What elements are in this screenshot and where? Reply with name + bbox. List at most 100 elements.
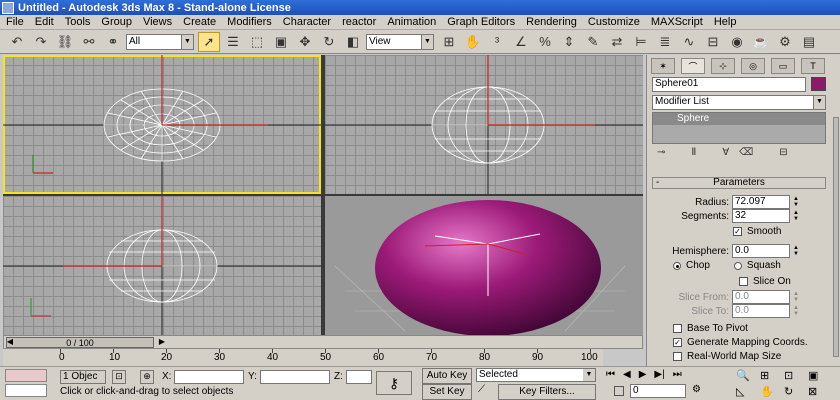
menu-maxscript[interactable]: MAXScript	[651, 16, 703, 28]
key-mode-toggle-icon[interactable]	[614, 386, 624, 396]
redo-icon[interactable]: ↷	[30, 32, 52, 52]
radius-input[interactable]: 72.097	[732, 195, 790, 209]
zoom-extents-icon[interactable]: ⊡	[784, 369, 806, 383]
render-type-icon[interactable]: ▤	[798, 32, 820, 52]
menu-customize[interactable]: Customize	[588, 16, 640, 28]
object-name-field[interactable]: Sphere01	[652, 77, 806, 92]
pivot-center-icon[interactable]: ⊞	[438, 32, 460, 52]
slice-from-spinner-icon[interactable]: ▲ ▼	[792, 291, 800, 303]
gen-mapping-checkbox[interactable]: ✓	[673, 338, 682, 347]
segments-spinner-icon[interactable]: ▲ ▼	[792, 210, 800, 222]
motion-tab-icon[interactable]: ◎	[741, 58, 765, 74]
maximize-viewport-icon[interactable]: ⊠	[808, 385, 830, 399]
real-world-checkbox[interactable]	[673, 352, 682, 361]
zoom-icon[interactable]: 🔍	[736, 369, 758, 383]
key-filters-button[interactable]: Key Filters...	[498, 384, 596, 400]
select-rotate-icon[interactable]: ↻	[318, 32, 340, 52]
zoom-all-icon[interactable]: ⊞	[760, 369, 782, 383]
arc-rotate-icon[interactable]: ↻	[784, 385, 806, 399]
slice-to-spinner-icon[interactable]: ▲ ▼	[792, 305, 800, 317]
named-selection-icon[interactable]: ✎	[582, 32, 604, 52]
configure-sets-icon[interactable]: ⊟	[779, 147, 787, 161]
material-editor-icon[interactable]: ◉	[726, 32, 748, 52]
menu-reactor[interactable]: reactor	[342, 16, 376, 28]
select-object-icon[interactable]: ➚	[198, 31, 220, 52]
viewport-top[interactable]	[3, 55, 321, 194]
auto-key-button[interactable]: Auto Key	[422, 368, 472, 384]
utilities-tab-icon[interactable]: T	[801, 58, 825, 74]
modifier-list-dropdown[interactable]: Modifier List ▼	[652, 95, 826, 110]
menu-character[interactable]: Character	[283, 16, 331, 28]
menu-views[interactable]: Views	[143, 16, 172, 28]
curve-editor-icon[interactable]: ∿	[678, 32, 700, 52]
play-icon[interactable]: ▶	[639, 369, 647, 383]
command-panel-scrollbar[interactable]	[833, 117, 839, 357]
rect-selection-icon[interactable]: ⬚	[246, 32, 268, 52]
undo-icon[interactable]: ↶	[6, 32, 28, 52]
object-color-swatch[interactable]	[811, 77, 826, 91]
pan-icon[interactable]: ✋	[760, 385, 782, 399]
y-coord-input[interactable]	[260, 370, 330, 384]
create-tab-icon[interactable]: ✶	[651, 58, 675, 74]
menu-create[interactable]: Create	[183, 16, 216, 28]
slice-to-input[interactable]: 0.0	[732, 304, 790, 318]
x-coord-input[interactable]	[174, 370, 244, 384]
viewport-front[interactable]	[325, 55, 643, 194]
maxscript-listener-mini[interactable]	[5, 369, 47, 382]
time-config-icon[interactable]: ⚙	[692, 384, 712, 398]
render-scene-icon[interactable]: ☕	[750, 32, 772, 52]
select-by-name-icon[interactable]: ☰	[222, 32, 244, 52]
smooth-checkbox[interactable]: ✓	[733, 227, 742, 236]
selection-filter-dropdown[interactable]: All ▼	[126, 33, 194, 50]
hemisphere-spinner-icon[interactable]: ▲ ▼	[792, 245, 800, 257]
zoom-extents-all-icon[interactable]: ▣	[808, 369, 830, 383]
track-bar[interactable]: 0 10 20 30 40 50 60 70 80 90 100	[3, 349, 603, 366]
absolute-mode-icon[interactable]: ⊕	[140, 370, 154, 384]
goto-end-icon[interactable]: ⏭	[673, 369, 682, 383]
ref-coord-dropdown[interactable]: View ▼	[366, 33, 434, 50]
default-tangent-icon[interactable]: ⟋	[478, 384, 494, 400]
menu-modifiers[interactable]: Modifiers	[227, 16, 272, 28]
time-slider[interactable]: 0 / 100 ◀ ▶	[3, 335, 643, 349]
time-slider-thumb[interactable]: 0 / 100	[6, 337, 154, 348]
pin-stack-icon[interactable]: ⊸	[657, 147, 665, 161]
menu-edit[interactable]: Edit	[35, 16, 54, 28]
menu-file[interactable]: File	[6, 16, 24, 28]
menu-animation[interactable]: Animation	[387, 16, 436, 28]
slice-from-input[interactable]: 0.0	[732, 290, 790, 304]
radius-spinner-icon[interactable]: ▲ ▼	[792, 196, 800, 208]
viewport-left[interactable]	[3, 196, 321, 335]
hierarchy-tab-icon[interactable]: ⊹	[711, 58, 735, 74]
menu-group[interactable]: Group	[101, 16, 132, 28]
current-frame-input[interactable]: 0	[630, 384, 686, 398]
unlink-icon[interactable]: ⚯	[78, 32, 100, 52]
chevron-right-icon[interactable]: ▶	[156, 337, 168, 348]
chevron-left-icon[interactable]: ◀	[4, 337, 16, 348]
window-crossing-icon[interactable]: ▣	[270, 32, 292, 52]
next-frame-icon[interactable]: ▶|	[654, 369, 664, 383]
z-coord-input[interactable]	[346, 370, 372, 384]
modify-tab-icon[interactable]: ⌒	[681, 58, 705, 74]
stack-item-sphere[interactable]: Sphere	[653, 113, 825, 125]
hemisphere-input[interactable]: 0.0	[732, 244, 790, 258]
mirror-icon[interactable]: ⇄	[606, 32, 628, 52]
segments-input[interactable]: 32	[732, 209, 790, 223]
prev-frame-icon[interactable]: ◀	[623, 369, 631, 383]
menu-graph-editors[interactable]: Graph Editors	[447, 16, 515, 28]
schematic-view-icon[interactable]: ⊟	[702, 32, 724, 52]
squash-radio[interactable]	[733, 261, 742, 270]
show-end-result-icon[interactable]: Ⅱ	[691, 147, 696, 161]
menu-tools[interactable]: Tools	[65, 16, 91, 28]
menu-rendering[interactable]: Rendering	[526, 16, 577, 28]
select-link-icon[interactable]: ⛓	[54, 32, 76, 52]
bind-space-warp-icon[interactable]: ⚭	[102, 32, 124, 52]
parameters-rollout-header[interactable]: - Parameters	[652, 177, 826, 189]
layer-manager-icon[interactable]: ≣	[654, 32, 676, 52]
field-of-view-icon[interactable]: ◺	[736, 385, 758, 399]
viewport-perspective[interactable]	[325, 196, 643, 335]
make-unique-icon[interactable]: ∀	[722, 147, 729, 161]
percent-snap-icon[interactable]: %	[534, 32, 556, 52]
maxscript-input-mini[interactable]	[5, 384, 47, 397]
chop-radio[interactable]	[673, 261, 681, 270]
base-to-pivot-checkbox[interactable]	[673, 324, 682, 333]
